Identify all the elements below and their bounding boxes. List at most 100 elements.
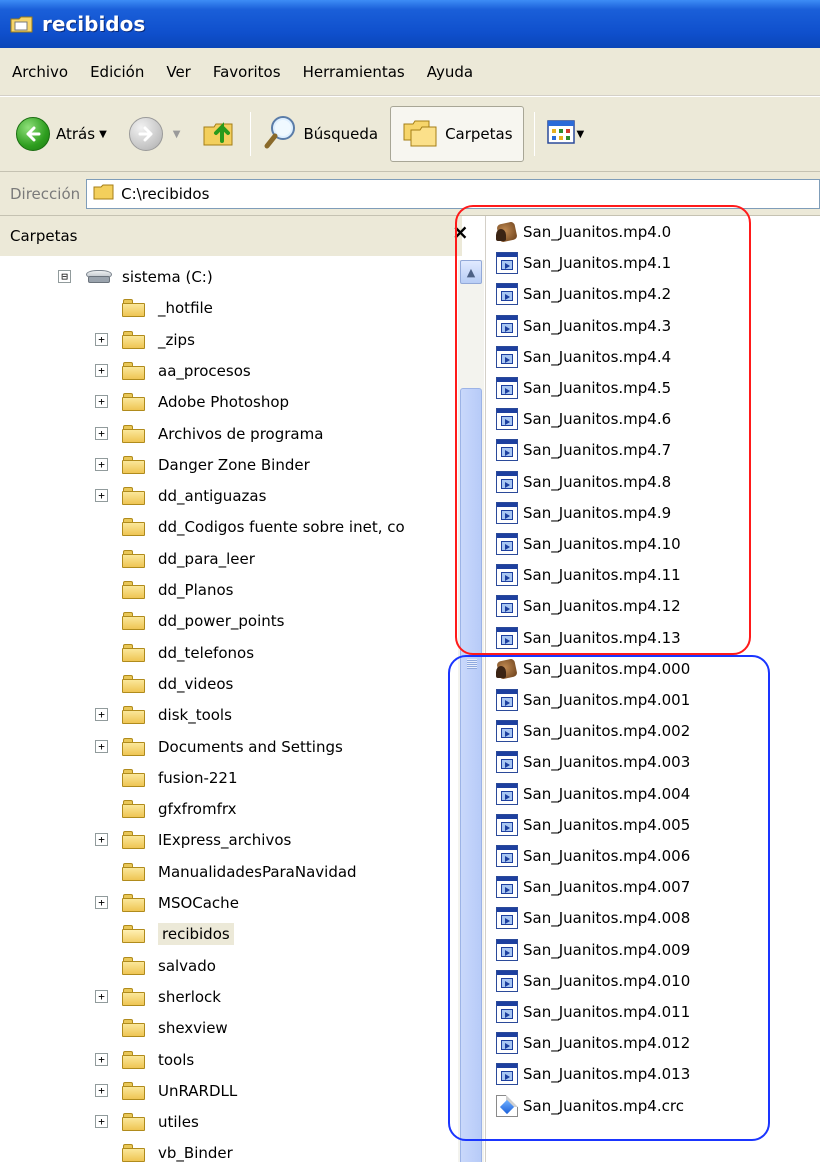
folder-icon	[122, 299, 146, 318]
tree-item[interactable]: ManualidadesParaNavidad	[0, 857, 458, 887]
tree-item[interactable]: + MSOCache	[0, 888, 458, 918]
tree-item[interactable]: + Adobe Photoshop	[0, 387, 458, 417]
expand-icon[interactable]: +	[95, 833, 108, 847]
highlight-box-group-2	[448, 655, 770, 1141]
menu-herramientas[interactable]: Herramientas	[303, 63, 405, 81]
tree-item[interactable]: gfxfromfrx	[0, 794, 458, 824]
address-input[interactable]: C:\recibidos	[86, 178, 820, 209]
folder-icon	[122, 643, 146, 662]
views-icon	[546, 120, 575, 148]
tree-item[interactable]: + tools	[0, 1045, 458, 1075]
folder-icon	[122, 1081, 146, 1100]
tree-item-label: sistema (C:)	[122, 268, 213, 286]
forward-dropdown-icon[interactable]: ▼	[173, 129, 181, 140]
folders-pane: Carpetas × ⊟ sistema (C:) _hotfile + _zips + a…	[0, 216, 486, 1162]
folder-icon	[122, 393, 146, 412]
menu-ver[interactable]: Ver	[166, 63, 191, 81]
tree-item-label: shexview	[158, 1019, 228, 1038]
expand-icon[interactable]: +	[95, 708, 108, 722]
tree-item-label: Adobe Photoshop	[158, 393, 290, 412]
tree-item[interactable]: fusion-221	[0, 763, 458, 793]
views-button[interactable]: ▼	[541, 106, 601, 162]
back-dropdown-icon[interactable]: ▼	[99, 129, 107, 140]
search-icon	[263, 114, 299, 154]
folders-button[interactable]: Carpetas	[390, 106, 524, 162]
tree-item[interactable]: + Documents and Settings	[0, 732, 458, 762]
search-button[interactable]: Búsqueda	[257, 106, 384, 162]
tree-item[interactable]: + dd_antiguazas	[0, 481, 458, 511]
tree-item-label: salvado	[158, 956, 216, 975]
tree-item[interactable]: + Danger Zone Binder	[0, 450, 458, 480]
folder-icon	[122, 1113, 146, 1132]
menu-edicion[interactable]: Edición	[90, 63, 144, 81]
folder-icon	[122, 1144, 146, 1162]
tree-item[interactable]: + _zips	[0, 325, 458, 355]
folder-icon	[122, 455, 146, 474]
expand-icon[interactable]: +	[95, 989, 108, 1003]
tree-item-label: _hotfile	[158, 299, 213, 318]
tree-item[interactable]: dd_Planos	[0, 575, 458, 605]
views-dropdown-icon[interactable]: ▼	[577, 129, 585, 140]
expand-icon[interactable]: +	[95, 1052, 108, 1066]
open-folder-icon	[122, 925, 146, 944]
folder-icon	[122, 487, 146, 506]
folder-icon	[122, 987, 146, 1006]
tree-item-label: dd_Planos	[158, 581, 234, 599]
tree-item[interactable]: dd_Codigos fuente sobre inet, co	[0, 512, 458, 542]
address-label: Dirección	[10, 184, 81, 203]
folder-icon	[122, 737, 146, 756]
tree-item[interactable]: shexview	[0, 1013, 458, 1043]
menu-bar: Archivo Edición Ver Favoritos Herramient…	[0, 48, 820, 96]
up-folder-icon	[202, 115, 238, 153]
folder-icon	[122, 706, 146, 725]
expand-icon[interactable]: +	[95, 1115, 108, 1129]
expand-icon[interactable]: +	[95, 896, 108, 909]
tree-item-label: Archivos de programa	[158, 424, 324, 443]
tree-item-label: utiles	[158, 1113, 199, 1132]
tree-item[interactable]: recibidos	[0, 919, 458, 949]
expand-icon[interactable]: +	[95, 457, 108, 471]
folder-icon	[122, 424, 146, 443]
tree-item[interactable]: dd_videos	[0, 669, 458, 699]
expand-icon[interactable]: +	[95, 426, 108, 440]
menu-favoritos[interactable]: Favoritos	[213, 63, 281, 81]
tree-item-label: _zips	[158, 330, 195, 349]
toolbar-separator	[250, 112, 252, 156]
drive-icon	[86, 270, 112, 284]
collapse-icon[interactable]: ⊟	[58, 270, 71, 283]
menu-archivo[interactable]: Archivo	[12, 63, 68, 81]
expand-icon[interactable]: +	[95, 739, 108, 753]
title-bar[interactable]: recibidos	[0, 0, 820, 48]
folder-icon	[122, 768, 146, 787]
tree-item-label: dd_power_points	[158, 612, 285, 631]
tree-item-label: vb_Binder	[158, 1144, 233, 1162]
folder-icon	[122, 330, 146, 349]
tree-item[interactable]: + utiles	[0, 1107, 458, 1137]
tree-item[interactable]: + disk_tools	[0, 700, 458, 730]
folder-icon	[122, 1050, 146, 1069]
tree-item[interactable]: dd_telefonos	[0, 638, 458, 668]
folder-icon	[122, 361, 146, 380]
expand-icon[interactable]: +	[95, 1083, 108, 1097]
forward-arrow-icon	[128, 117, 163, 151]
tree-item-label: aa_procesos	[158, 361, 251, 380]
expand-icon[interactable]: +	[95, 332, 108, 346]
menu-ayuda[interactable]: Ayuda	[427, 63, 473, 81]
tree-item[interactable]: + aa_procesos	[0, 356, 458, 386]
tree-item[interactable]: + UnRARDLL	[0, 1076, 458, 1106]
forward-button[interactable]: ▼	[123, 106, 197, 162]
expand-icon[interactable]: +	[95, 395, 108, 409]
expand-icon[interactable]: +	[95, 489, 108, 503]
tree-item[interactable]: + IExpress_archivos	[0, 825, 458, 855]
tree-item[interactable]: + sherlock	[0, 982, 458, 1012]
tree-item[interactable]: vb_Binder	[0, 1138, 458, 1162]
expand-icon[interactable]: +	[95, 363, 108, 377]
back-button[interactable]: Atrás ▼	[10, 106, 123, 162]
tree-item[interactable]: ⊟ sistema (C:)	[0, 262, 458, 292]
tree-item[interactable]: dd_para_leer	[0, 544, 458, 574]
tree-item[interactable]: dd_power_points	[0, 606, 458, 636]
tree-item[interactable]: + Archivos de programa	[0, 419, 458, 449]
tree-item[interactable]: _hotfile	[0, 293, 458, 323]
up-folder-button[interactable]	[196, 106, 244, 162]
tree-item[interactable]: salvado	[0, 951, 458, 981]
